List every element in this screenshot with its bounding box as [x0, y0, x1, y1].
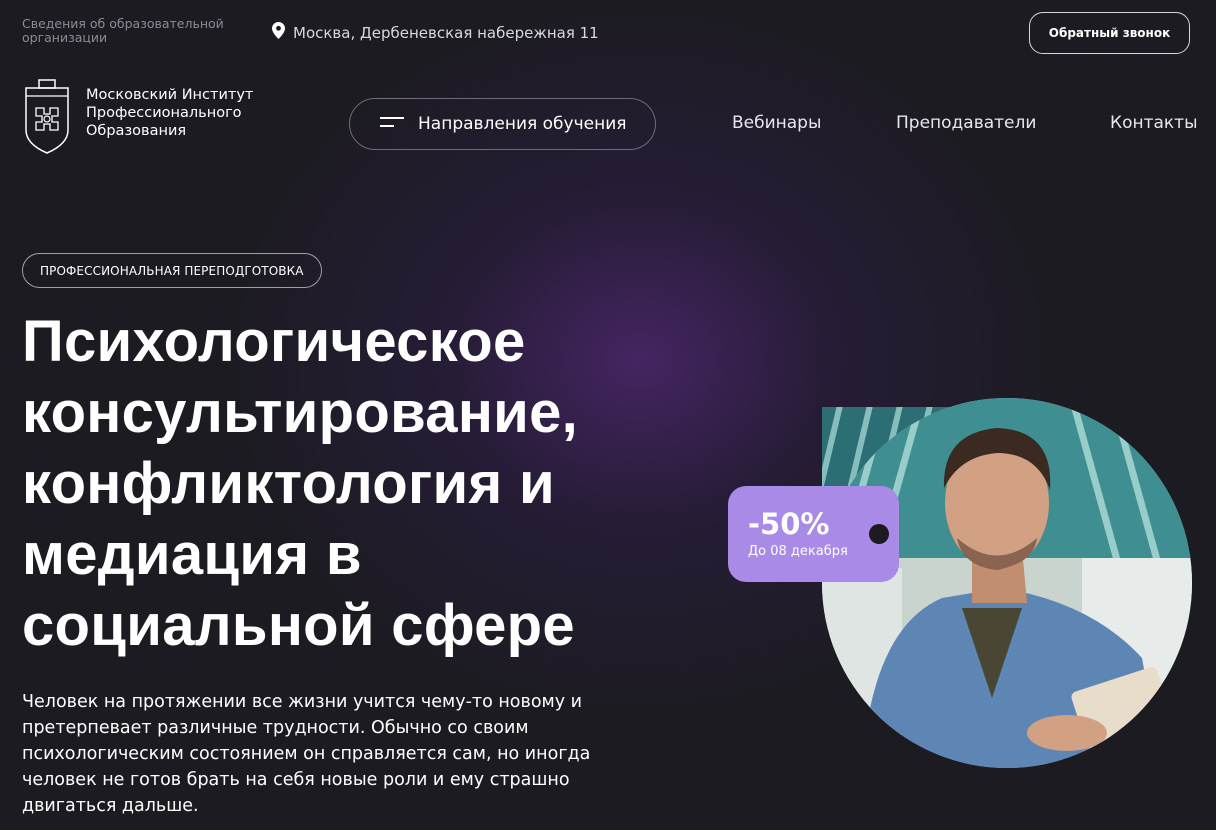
logo-line: Профессионального: [86, 105, 242, 121]
callback-button[interactable]: Обратный звонок: [1029, 12, 1190, 54]
hero-description: Человек на протяжении все жизни учится ч…: [22, 692, 591, 816]
discount-until: До 08 декабря: [748, 544, 848, 559]
logo-line: Московский Институт: [86, 87, 254, 103]
directions-label: Направления обучения: [418, 114, 627, 134]
menu-lines-icon: [380, 114, 404, 134]
directions-menu-button[interactable]: Направления обучения: [349, 98, 656, 150]
logo-text: Московский Институт Профессионального Об…: [86, 86, 253, 140]
title-line: конфликтология и: [22, 451, 555, 516]
discount-tag: -50% До 08 декабря: [728, 486, 899, 582]
nav-link-contacts[interactable]: Контакты: [1110, 113, 1198, 133]
title-line: медиация в: [22, 522, 362, 587]
program-type-badge: ПРОФЕССИОНАЛЬНАЯ ПЕРЕПОДГОТОВКА: [22, 253, 322, 288]
title-line: социальной сфере: [22, 593, 575, 658]
page-title: Психологическое консультирование, конфли…: [22, 306, 662, 661]
logo-line: Образования: [86, 123, 187, 139]
tag-hole-icon: [869, 524, 889, 544]
student-photo: [822, 398, 1192, 768]
nav-link-webinars[interactable]: Вебинары: [732, 113, 821, 133]
title-line: Психологическое: [22, 309, 526, 374]
address: Москва, Дербеневская набережная 11: [272, 22, 599, 43]
address-text: Москва, Дербеневская набережная 11: [293, 23, 599, 42]
shield-logo-icon: [22, 78, 72, 160]
org-info-link[interactable]: Сведения об образовательной организации: [22, 17, 242, 45]
nav-link-teachers[interactable]: Преподаватели: [896, 113, 1036, 133]
location-pin-icon: [272, 22, 285, 43]
institute-logo[interactable]: Московский Институт Профессионального Об…: [22, 78, 253, 160]
title-line: консультирование,: [22, 380, 579, 445]
